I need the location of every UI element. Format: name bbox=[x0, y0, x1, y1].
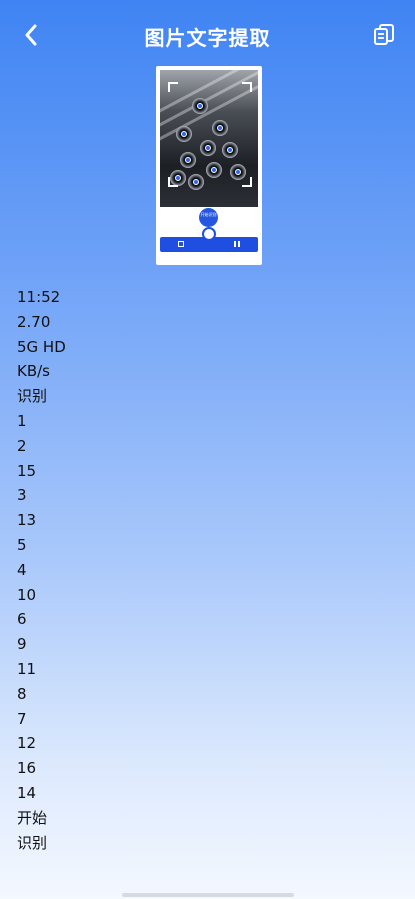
camera-icon bbox=[202, 227, 216, 241]
list-item[interactable]: 11:52 bbox=[17, 285, 377, 310]
list-item[interactable]: 4 bbox=[17, 558, 377, 583]
list-item[interactable]: 15 bbox=[17, 459, 377, 484]
list-item[interactable]: 5G HD bbox=[17, 335, 377, 360]
list-item[interactable]: 10 bbox=[17, 583, 377, 608]
page-title: 图片文字提取 bbox=[144, 26, 271, 50]
top-bar: 图片文字提取 bbox=[0, 0, 415, 72]
extracted-text-list[interactable]: 11:52 2.70 5G HD KB/s 识别 1 2 15 3 13 5 4… bbox=[17, 285, 377, 855]
list-item[interactable]: 12 bbox=[17, 731, 377, 756]
list-item[interactable]: 9 bbox=[17, 632, 377, 657]
list-item[interactable]: 识别 bbox=[17, 831, 377, 856]
list-item[interactable]: 2 bbox=[17, 434, 377, 459]
thumbnail-start-button: 开始识别 bbox=[199, 208, 218, 227]
list-item[interactable]: 6 bbox=[17, 607, 377, 632]
list-item[interactable]: KB/s bbox=[17, 359, 377, 384]
list-item[interactable]: 3 bbox=[17, 483, 377, 508]
grid-icon bbox=[234, 241, 240, 247]
home-icon bbox=[178, 241, 184, 247]
list-item[interactable]: 8 bbox=[17, 682, 377, 707]
list-item[interactable]: 7 bbox=[17, 707, 377, 732]
copy-document-icon bbox=[374, 24, 394, 45]
list-item[interactable]: 16 bbox=[17, 756, 377, 781]
home-indicator[interactable] bbox=[122, 893, 294, 897]
list-item[interactable]: 11 bbox=[17, 657, 377, 682]
source-image-thumbnail[interactable]: 开始识别 bbox=[156, 66, 262, 265]
list-item[interactable]: 识别 bbox=[17, 384, 377, 409]
list-item[interactable]: 5 bbox=[17, 533, 377, 558]
copy-button[interactable] bbox=[369, 20, 399, 50]
list-item[interactable]: 13 bbox=[17, 508, 377, 533]
pipes-photo bbox=[160, 70, 258, 207]
list-item[interactable]: 2.70 bbox=[17, 310, 377, 335]
list-item[interactable]: 开始 bbox=[17, 806, 377, 831]
list-item[interactable]: 14 bbox=[17, 781, 377, 806]
list-item[interactable]: 1 bbox=[17, 409, 377, 434]
